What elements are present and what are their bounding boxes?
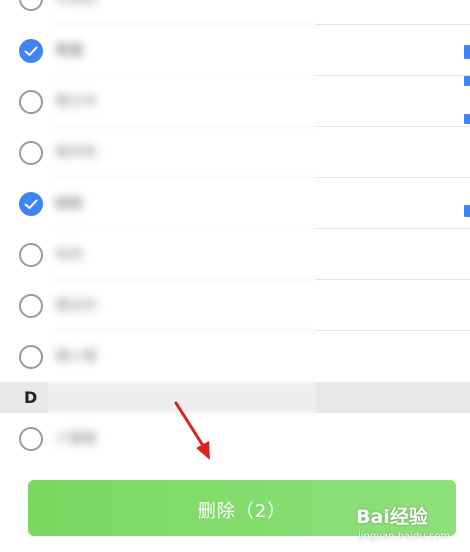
contact-row[interactable]: 小蛋面 [0,413,470,464]
red-arrow-icon [174,401,210,460]
contact-row[interactable]: 似仿 [0,229,470,280]
contact-name: 以后后 [55,0,97,9]
radio-checked-icon[interactable] [19,39,43,63]
contact-row[interactable]: 以后后 [0,0,470,25]
radio-unchecked-icon[interactable] [19,90,43,114]
contact-row[interactable]: 德达约 [0,280,470,331]
contact-row[interactable]: 骨面 [0,25,470,76]
section-letter: D [24,388,38,407]
contact-row[interactable]: 娃娃 [0,178,470,229]
contact-name: 小蛋面 [55,431,97,447]
radio-unchecked-icon[interactable] [19,0,43,11]
index-strip-icon [464,205,470,217]
contact-name: 嗯力可 [55,94,97,110]
contact-row[interactable]: 嗯力可 [0,76,470,127]
index-strip-icon [464,114,470,124]
watermark-brand: Bai经验 [356,506,428,528]
radio-unchecked-icon[interactable] [19,345,43,369]
watermark-url: jingyan.baidu.com [358,531,451,542]
radio-unchecked-icon[interactable] [19,294,43,318]
radio-unchecked-icon[interactable] [19,427,43,451]
index-strip-icon [464,45,470,59]
contact-name: 咪咔叻 [55,145,97,161]
baidu-jingyan-watermark: Bai经验 jingyan.baidu.com [356,498,466,550]
contact-name: 娃娃 [55,196,83,212]
contact-row[interactable]: 咪咔叻 [0,127,470,178]
section-header-d: D [0,382,470,413]
contact-name: 德达约 [55,298,97,314]
radio-unchecked-icon[interactable] [19,141,43,165]
contact-name: 骨面 [55,43,83,59]
index-strip-icon [464,76,470,86]
contact-row[interactable]: 嗯小锦 [0,331,470,382]
contact-name: 嗯小锦 [55,349,97,365]
contact-name: 似仿 [55,247,83,263]
radio-unchecked-icon[interactable] [19,243,43,267]
radio-checked-icon[interactable] [19,192,43,216]
